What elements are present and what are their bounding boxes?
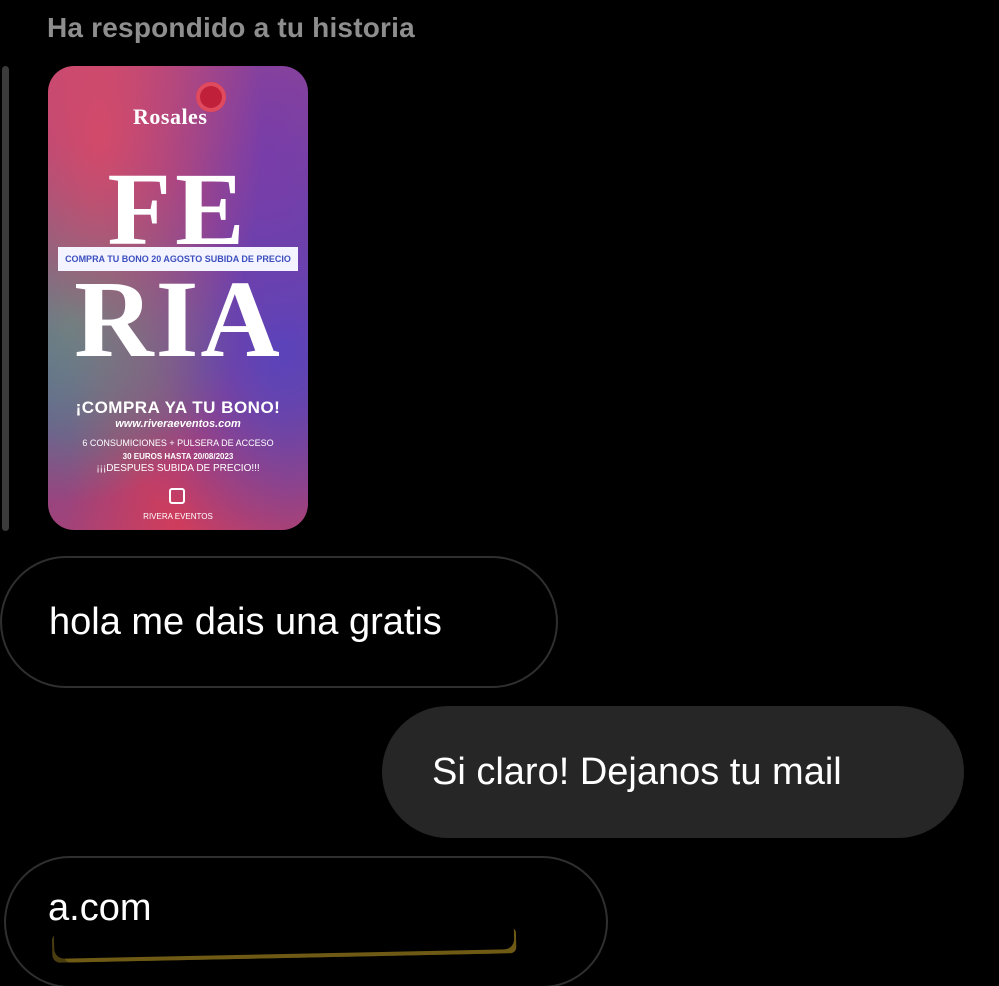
message-bubble-outgoing[interactable]: Si claro! Dejanos tu mail	[382, 706, 964, 838]
story-preview[interactable]: Rosales FE COMPRA TU BONO 20 AGOSTO SUBI…	[48, 66, 308, 530]
story-line-1: 6 CONSUMICIONES + PULSERA DE ACCESO	[82, 438, 274, 448]
rivera-eventos-logo-icon	[169, 488, 185, 504]
story-brand: RIVERA EVENTOS	[143, 512, 213, 521]
reply-indicator-bar	[2, 66, 9, 531]
story-url: www.riveraeventos.com	[115, 418, 241, 430]
story-line-2: 30 EUROS HASTA 20/08/2023	[122, 452, 234, 461]
message-text: hola me dais una gratis	[49, 600, 442, 643]
story-headline-bottom: RIA	[74, 258, 282, 380]
message-bubble-incoming[interactable]: hola me dais una gratis	[0, 556, 558, 688]
story-logo-text: Rosales	[133, 104, 208, 129]
story-reply-label: Ha respondido a tu historia	[47, 12, 415, 43]
chat-thread: Ha respondido a tu historia Rosales FE C…	[0, 0, 999, 986]
message-text: Si claro! Dejanos tu mail	[432, 750, 842, 793]
message-bubble-incoming-email[interactable]: a.com	[4, 856, 608, 986]
story-cta: ¡COMPRA YA TU BONO!	[75, 398, 281, 417]
story-line-3: ¡¡¡DESPUES SUBIDA DE PRECIO!!!	[96, 463, 260, 474]
